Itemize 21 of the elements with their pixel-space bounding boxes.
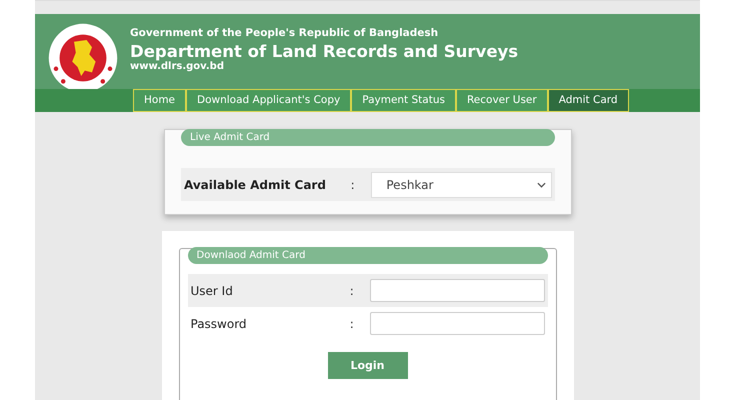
government-title: Government of the People's Republic of Bangladesh — [130, 27, 440, 39]
nav-tab[interactable]: Recover User — [456, 89, 548, 112]
nav-tab[interactable]: Admit Card — [548, 89, 629, 112]
admit-card-select[interactable]: Peshkar — [371, 172, 552, 198]
panel-legend: Live Admit Card — [181, 129, 555, 146]
login-button[interactable]: Login — [328, 352, 408, 379]
nav-tab[interactable]: Payment Status — [351, 89, 456, 112]
website-address: www.dlrs.gov.bd — [130, 61, 225, 72]
colon-separator: : — [350, 316, 355, 330]
input-field[interactable] — [370, 279, 544, 302]
department-title: Department of Land Records and Surveys — [130, 42, 518, 61]
nav-tab[interactable]: Download Applicant's Copy — [186, 89, 352, 112]
colon-separator: : — [350, 284, 355, 298]
panel-legend: Downlaod Admit Card — [188, 247, 548, 264]
chevron-down-icon — [537, 182, 546, 188]
field-label: Available Admit Card — [184, 178, 327, 192]
nav-tab[interactable]: Home — [133, 89, 186, 112]
field-label: User Id — [190, 284, 234, 298]
field-label: Password — [190, 316, 248, 330]
input-field[interactable] — [370, 312, 544, 335]
colon-separator: : — [350, 178, 356, 192]
